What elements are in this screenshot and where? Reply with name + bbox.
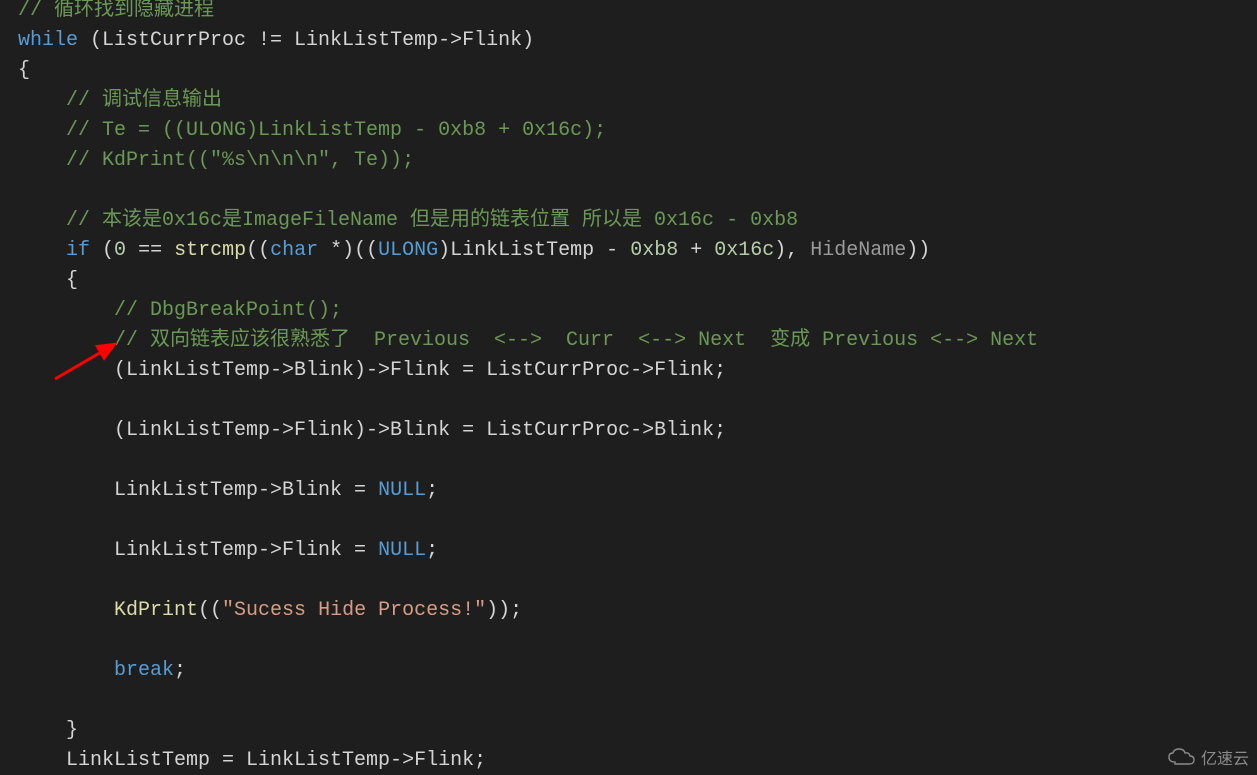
- code-line: LinkListTemp->Flink =: [18, 539, 378, 562]
- code-line: // 双向链表应该很熟悉了 Previous <--> Curr <--> Ne…: [18, 329, 1038, 352]
- keyword-while: while: [18, 29, 78, 52]
- code-line: (LinkListTemp->Blink)->Flink = ListCurrP…: [18, 359, 726, 382]
- code-block: // 循环找到隐藏进程 while (ListCurrProc != LinkL…: [0, 0, 1257, 775]
- code-line: // 调试信息输出: [18, 89, 222, 112]
- code-line: LinkListTemp = LinkListTemp->Flink;: [18, 749, 486, 772]
- code-line: (ListCurrProc != LinkListTemp->Flink): [78, 29, 534, 52]
- code-line: // 本该是0x16c是ImageFileName 但是用的链表位置 所以是 0…: [18, 209, 798, 232]
- code-line: // Te = ((ULONG)LinkListTemp - 0xb8 + 0x…: [18, 119, 606, 142]
- watermark: 亿速云: [1167, 745, 1249, 769]
- cloud-icon: [1167, 747, 1195, 767]
- watermark-text: 亿速云: [1201, 745, 1249, 769]
- code-line: (LinkListTemp->Flink)->Blink = ListCurrP…: [18, 419, 726, 442]
- code-line: {: [18, 59, 30, 82]
- code-line: [18, 239, 66, 262]
- code-line: // 循环找到隐藏进程: [18, 0, 214, 22]
- code-line: // KdPrint(("%s\n\n\n", Te));: [18, 149, 414, 172]
- code-line: KdPrint: [114, 599, 198, 622]
- code-line: }: [18, 719, 78, 742]
- code-line: // DbgBreakPoint();: [18, 299, 342, 322]
- code-line: {: [18, 269, 78, 292]
- keyword-if: if: [66, 239, 90, 262]
- keyword-break: break: [114, 659, 174, 682]
- code-line: LinkListTemp->Blink =: [18, 479, 378, 502]
